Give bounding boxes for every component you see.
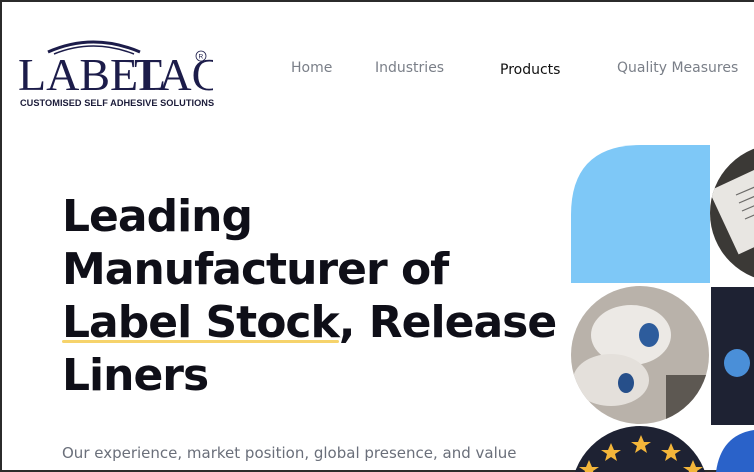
- star-rating-graphic: [571, 426, 709, 472]
- hero-title-line3: , Release: [338, 297, 557, 348]
- hero-title-line4: Liners: [62, 350, 209, 401]
- hero-subtitle: Our experience, market position, global …: [62, 444, 517, 462]
- blue-corner-shape: [716, 430, 754, 472]
- hero-collage: [571, 145, 754, 472]
- blue-roll-shape: [724, 349, 750, 377]
- label-roll-photo: [710, 145, 754, 282]
- logo-mark: LABEL TAC R: [18, 40, 213, 96]
- logo-tagline: CUSTOMISED SELF ADHESIVE SOLUTIONS: [20, 98, 215, 108]
- svg-text:R: R: [199, 54, 204, 61]
- hero-title: Leading Manufacturer of Label Stock, Rel…: [62, 190, 557, 402]
- nav-products[interactable]: Products: [500, 62, 560, 78]
- nav-quality-measures[interactable]: Quality Measures: [617, 60, 738, 76]
- blue-leaf-shape: [571, 145, 710, 283]
- nav-home[interactable]: Home: [291, 60, 332, 76]
- spool-photo: [571, 286, 709, 424]
- hero-title-highlight: Label Stock: [62, 297, 340, 348]
- hero-title-line1: Leading: [62, 191, 253, 242]
- hero-title-line2: Manufacturer of: [62, 244, 449, 295]
- nav-industries[interactable]: Industries: [375, 60, 444, 76]
